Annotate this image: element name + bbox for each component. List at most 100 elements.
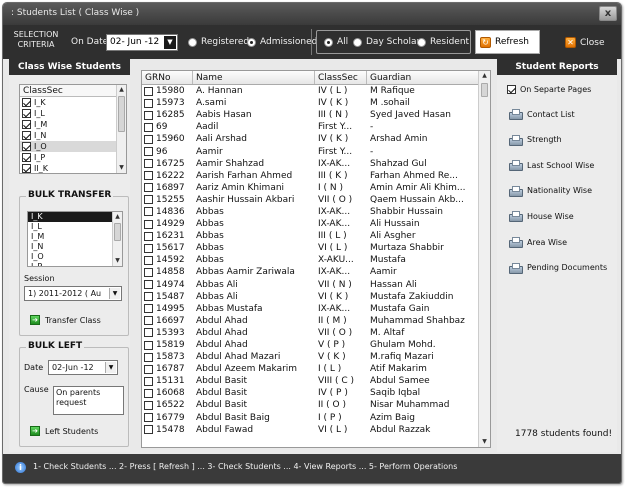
transfer-class-item[interactable]: I_P bbox=[28, 262, 122, 266]
row-checkbox[interactable] bbox=[144, 171, 153, 181]
table-row[interactable]: 15960 Aali Arshad IV ( K ) Arshad Amin bbox=[142, 133, 480, 145]
row-checkbox[interactable] bbox=[144, 86, 153, 96]
row-checkbox[interactable] bbox=[144, 243, 153, 253]
registered-radio[interactable]: Registered bbox=[188, 37, 249, 47]
on-date-picker[interactable]: 02- Jun -12 ▼ bbox=[106, 34, 178, 51]
cause-textarea[interactable]: On parents request bbox=[53, 386, 124, 415]
row-checkbox[interactable] bbox=[144, 292, 153, 302]
session-select[interactable]: 1) 2011-2012 ( Au ▼ bbox=[24, 286, 122, 301]
table-row[interactable]: 15617 Abbas VI ( L ) Murtaza Shabbir bbox=[142, 242, 480, 254]
table-row[interactable]: 15973 A.sami IV ( K ) M .sohail bbox=[142, 97, 480, 109]
window-close-button[interactable]: x bbox=[599, 6, 617, 21]
table-row[interactable]: 15980 A. Hannan IV ( L ) M Rafique bbox=[142, 85, 480, 97]
table-row[interactable]: 96 Aamir First Y... - bbox=[142, 145, 480, 157]
scroll-down-icon[interactable]: ▼ bbox=[479, 437, 490, 447]
row-checkbox[interactable] bbox=[144, 316, 153, 326]
classsec-item[interactable]: I_K bbox=[20, 97, 126, 108]
row-checkbox[interactable] bbox=[144, 255, 153, 265]
report-last-school-wise[interactable]: Last School Wise bbox=[509, 160, 594, 172]
table-row[interactable]: 15393 Abdul Ahad VII ( O ) M. Altaf bbox=[142, 327, 480, 339]
transfer-class-item[interactable]: I_O bbox=[28, 252, 122, 262]
students-grid[interactable]: GRNo Name ClassSec Guardian 15980 A. Hann… bbox=[141, 70, 491, 448]
resident-radio[interactable]: Resident bbox=[417, 37, 469, 47]
refresh-button[interactable]: ↻ Refresh bbox=[475, 30, 540, 54]
classsec-list[interactable]: ClassSec I_K I_L I_M I_N I_O I_P II_K ▲ ▼ bbox=[19, 84, 127, 174]
table-row[interactable]: 16222 Aarish Farhan Ahmed III ( K ) Farhan … bbox=[142, 170, 480, 182]
transfer-class-button[interactable]: ➔ Transfer Class bbox=[30, 315, 101, 325]
classsec-item[interactable]: I_L bbox=[20, 108, 126, 119]
header-grno[interactable]: GRNo bbox=[142, 71, 193, 84]
scroll-up-icon[interactable]: ▲ bbox=[117, 85, 126, 95]
table-row[interactable]: 14974 Abbas Ali VII ( N ) Hassan Ali bbox=[142, 279, 480, 291]
table-row[interactable]: 16725 Aamir Shahzad IX-AK... Shahzad Gul bbox=[142, 158, 480, 170]
row-checkbox[interactable] bbox=[144, 400, 153, 410]
report-pending-documents[interactable]: Pending Documents bbox=[509, 262, 607, 274]
scroll-up-icon[interactable]: ▲ bbox=[479, 71, 490, 81]
classsec-item[interactable]: I_P bbox=[20, 152, 126, 163]
admissioned-radio[interactable]: Admissioned bbox=[247, 37, 317, 47]
scroll-thumb[interactable] bbox=[118, 96, 125, 132]
left-students-button[interactable]: ➔ Left Students bbox=[30, 426, 98, 436]
scroll-thumb[interactable] bbox=[114, 223, 121, 241]
table-row[interactable]: 16779 Abdul Basit Baig I ( P ) Azim Baig bbox=[142, 412, 480, 424]
row-checkbox[interactable] bbox=[144, 352, 153, 362]
table-row[interactable]: 16068 Abdul Basit IV ( P ) Saqib Iqbal bbox=[142, 387, 480, 399]
scroll-down-icon[interactable]: ▼ bbox=[117, 163, 126, 173]
row-checkbox[interactable] bbox=[144, 231, 153, 241]
row-checkbox[interactable] bbox=[144, 425, 153, 435]
all-radio[interactable]: All bbox=[324, 37, 348, 47]
checkbox-checked-icon[interactable] bbox=[22, 164, 31, 173]
checkbox-checked-icon[interactable] bbox=[22, 98, 31, 107]
classsec-item[interactable]: II_K bbox=[20, 163, 126, 173]
day-scholar-radio[interactable]: Day Scholar bbox=[353, 37, 420, 47]
scroll-up-icon[interactable]: ▲ bbox=[113, 212, 122, 222]
row-checkbox[interactable] bbox=[144, 280, 153, 290]
report-strength[interactable]: Strength bbox=[509, 134, 562, 146]
report-nationality-wise[interactable]: Nationality Wise bbox=[509, 185, 592, 197]
row-checkbox[interactable] bbox=[144, 159, 153, 169]
scroll-thumb[interactable] bbox=[481, 83, 488, 97]
table-row[interactable]: 14929 Abbas IX-AK... Ali Hussain bbox=[142, 218, 480, 230]
row-checkbox[interactable] bbox=[144, 413, 153, 423]
table-row[interactable]: 14836 Abbas IX-AK... Shabbir Hussain bbox=[142, 206, 480, 218]
row-checkbox[interactable] bbox=[144, 122, 153, 132]
table-row[interactable]: 16897 Aariz Amin Khimani I ( N ) Amin Amir … bbox=[142, 182, 480, 194]
scroll-down-icon[interactable]: ▼ bbox=[113, 256, 122, 266]
report-contact-list[interactable]: Contact List bbox=[509, 109, 575, 120]
checkbox-checked-icon[interactable] bbox=[22, 131, 31, 140]
table-row[interactable]: 14858 Abbas Aamir Zariwala IX-AK... Aamir bbox=[142, 266, 480, 278]
table-row[interactable]: 15478 Abdul Fawad VI ( L ) Abdul Razzak bbox=[142, 424, 480, 436]
table-row[interactable]: 15873 Abdul Ahad Mazari V ( K ) M.rafiq Maz… bbox=[142, 351, 480, 363]
table-row[interactable]: 69 Aadil First Y... - bbox=[142, 121, 480, 133]
row-checkbox[interactable] bbox=[144, 183, 153, 193]
separate-pages-checkbox[interactable]: On Separte Pages bbox=[507, 85, 591, 94]
row-checkbox[interactable] bbox=[144, 304, 153, 314]
row-checkbox[interactable] bbox=[144, 364, 153, 374]
report-area-wise[interactable]: Area Wise bbox=[509, 237, 567, 248]
row-checkbox[interactable] bbox=[144, 340, 153, 350]
report-house-wise[interactable]: House Wise bbox=[509, 211, 574, 223]
classsec-item[interactable]: I_N bbox=[20, 130, 126, 141]
checkbox-checked-icon[interactable] bbox=[22, 120, 31, 129]
table-row[interactable]: 16285 Aabis Hasan III ( N ) Syed Javed Hasa… bbox=[142, 109, 480, 121]
table-row[interactable]: 15819 Abdul Ahad V ( P ) Ghulam Mohd. bbox=[142, 339, 480, 351]
table-row[interactable]: 14592 Abbas X-AKU... Mustafa bbox=[142, 254, 480, 266]
chevron-down-icon[interactable]: ▼ bbox=[109, 288, 120, 299]
transfer-class-item[interactable]: I_M bbox=[28, 232, 122, 242]
row-checkbox[interactable] bbox=[144, 267, 153, 277]
row-checkbox[interactable] bbox=[144, 147, 153, 157]
table-row[interactable]: 15255 Aashir Hussain Akbari VII ( O ) Qaem … bbox=[142, 194, 480, 206]
row-checkbox[interactable] bbox=[144, 195, 153, 205]
table-row[interactable]: 15487 Abbas Ali VI ( K ) Mustafa Zakiuddin bbox=[142, 291, 480, 303]
header-classsec[interactable]: ClassSec bbox=[315, 71, 367, 84]
transfer-class-item[interactable]: I_N bbox=[28, 242, 122, 252]
header-guardian[interactable]: Guardian bbox=[367, 71, 480, 84]
table-row[interactable]: 16697 Abdul Ahad II ( M ) Muhammad Shahbaz bbox=[142, 315, 480, 327]
table-row[interactable]: 15131 Abdul Basit VIII ( C ) Abdul Samee bbox=[142, 375, 480, 387]
grid-scrollbar[interactable]: ▲ ▼ bbox=[478, 71, 490, 447]
transfer-class-item[interactable]: I_K bbox=[28, 212, 122, 222]
row-checkbox[interactable] bbox=[144, 207, 153, 217]
row-checkbox[interactable] bbox=[144, 219, 153, 229]
table-row[interactable]: 16522 Abdul Basit II ( O ) Nisar Muhammad bbox=[142, 399, 480, 411]
table-row[interactable]: 14995 Abbas Mustafa IX-AK... Mustafa Gain bbox=[142, 303, 480, 315]
